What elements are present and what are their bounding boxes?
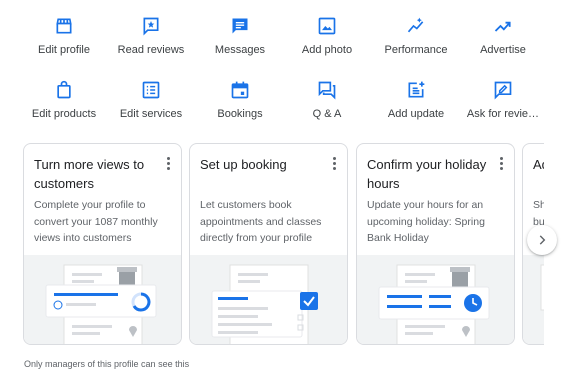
managers-visibility-note: Only managers of this profile can see th… <box>24 359 190 369</box>
more-options-icon[interactable] <box>333 157 337 171</box>
profile-completion-illustration <box>45 264 157 344</box>
chevron-right-icon <box>539 235 546 245</box>
action-label: Ask for revie… <box>466 108 540 120</box>
booking-illustration <box>211 264 318 344</box>
action-label: Advertise <box>480 44 526 56</box>
suggestion-card-views[interactable]: Turn more views to customers Complete yo… <box>23 143 182 345</box>
shopping-bag-icon <box>57 80 71 99</box>
card-title: Ad <box>533 157 544 172</box>
star-review-icon <box>143 17 159 36</box>
card-description: Let customers book appointments and clas… <box>200 199 322 244</box>
more-options-icon[interactable] <box>500 157 504 171</box>
suggestion-card-booking[interactable]: Set up booking Let customers book appoin… <box>189 143 348 345</box>
card-description: Update your hours for an upcoming holida… <box>367 199 485 244</box>
card-title: Confirm your holiday hours <box>367 157 487 191</box>
ask-for-reviews-action[interactable]: Ask for revie… <box>449 80 557 120</box>
card-title: Turn more views to customers <box>34 157 145 191</box>
post-add-icon <box>408 81 425 98</box>
list-icon <box>142 81 160 99</box>
advertise-action[interactable]: Advertise <box>449 16 557 56</box>
card-illustration <box>523 255 544 344</box>
partial-card-illustration <box>540 264 544 311</box>
suggestion-carousel: Turn more views to customers Complete yo… <box>23 143 544 345</box>
calendar-icon <box>231 81 249 99</box>
message-icon <box>232 18 248 34</box>
card-title: Set up booking <box>200 157 287 172</box>
performance-sparkle-icon <box>407 17 424 33</box>
storefront-icon <box>56 18 72 34</box>
question-answer-icon <box>318 81 336 100</box>
suggestion-card-holiday-hours[interactable]: Confirm your holiday hours Update your h… <box>356 143 515 345</box>
card-description: Complete your profile to convert your 10… <box>34 199 158 244</box>
holiday-hours-illustration <box>378 264 490 344</box>
trending-up-icon <box>494 21 511 32</box>
more-options-icon[interactable] <box>167 157 171 171</box>
carousel-next-button[interactable] <box>527 225 557 255</box>
card-illustration <box>357 255 514 344</box>
card-illustration <box>190 255 347 344</box>
photo-icon <box>318 17 336 35</box>
card-illustration <box>24 255 181 344</box>
rate-review-icon <box>494 81 512 100</box>
